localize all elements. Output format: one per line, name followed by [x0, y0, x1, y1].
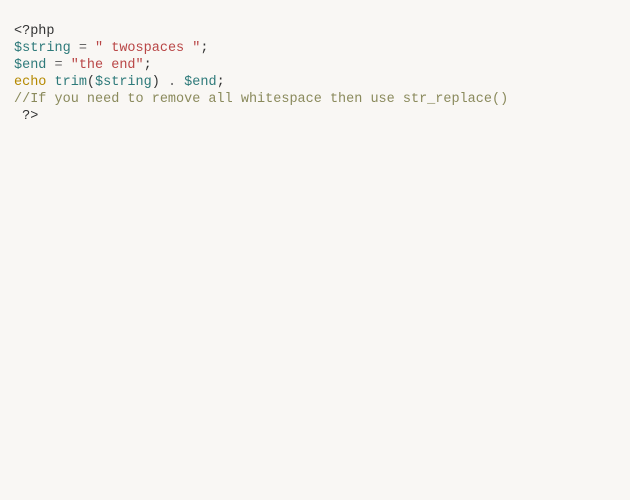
echo-keyword: echo — [14, 75, 46, 90]
variable-end: $end — [14, 58, 46, 73]
trim-function: trim — [55, 75, 87, 90]
assign-op: = — [46, 58, 70, 73]
php-open-tag: <?php — [14, 24, 55, 39]
variable-end-ref: $end — [184, 75, 216, 90]
semicolon: ; — [200, 41, 208, 56]
concat-op: . — [160, 75, 184, 90]
rparen: ) — [152, 75, 160, 90]
variable-string-arg: $string — [95, 75, 152, 90]
string-literal: " twospaces " — [95, 41, 200, 56]
semicolon: ; — [144, 58, 152, 73]
semicolon: ; — [217, 75, 225, 90]
comment-line: //If you need to remove all whitespace t… — [14, 92, 508, 107]
string-literal: "the end" — [71, 58, 144, 73]
space — [46, 75, 54, 90]
code-block: <?php $string = " twospaces "; $end = "t… — [0, 0, 630, 131]
leading-space — [14, 109, 22, 124]
lparen: ( — [87, 75, 95, 90]
assign-op: = — [71, 41, 95, 56]
variable-string: $string — [14, 41, 71, 56]
php-close-tag: ?> — [22, 109, 38, 124]
